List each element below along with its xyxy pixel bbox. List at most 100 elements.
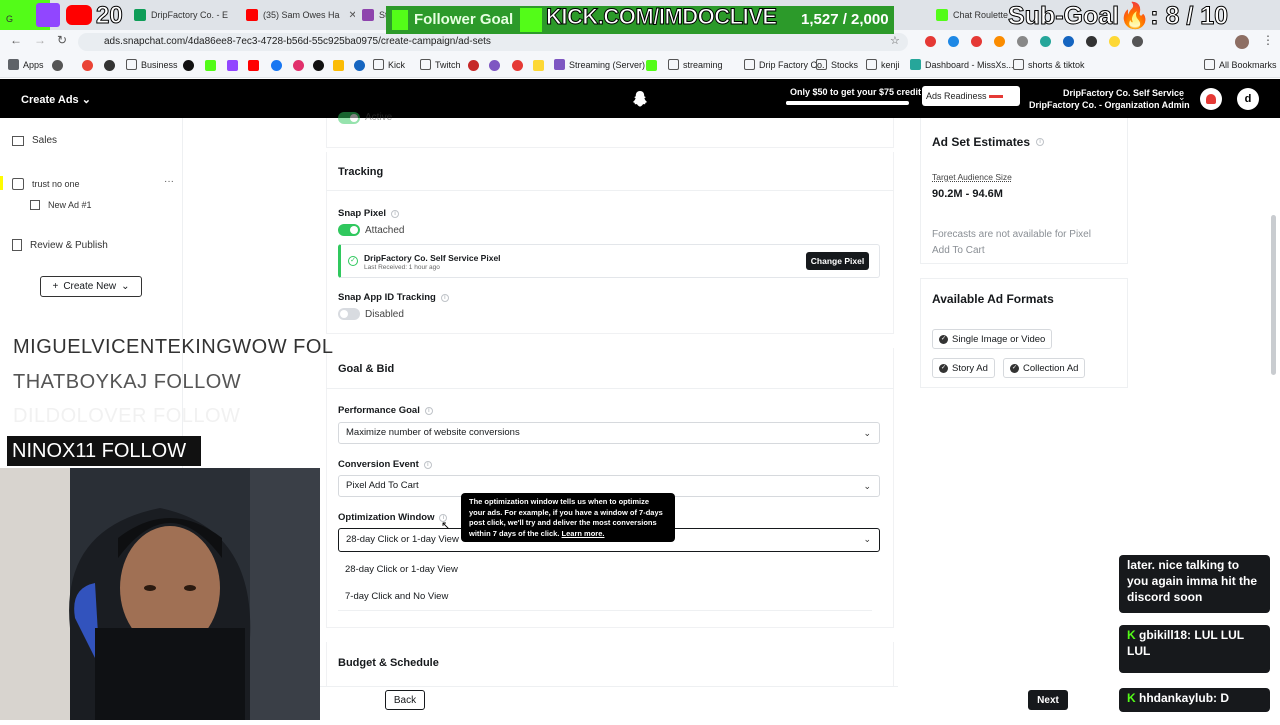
app-id-toggle[interactable] <box>338 308 360 320</box>
extension-icon[interactable] <box>971 36 982 47</box>
app-icon <box>910 59 921 70</box>
chevron-down-icon[interactable]: ⌄ <box>1178 92 1186 103</box>
sidebar-item-review[interactable]: Review & Publish <box>12 239 108 251</box>
learn-more-link[interactable]: Learn more. <box>562 529 605 538</box>
star-icon[interactable]: ☆ <box>890 34 900 47</box>
info-icon[interactable]: i <box>1036 138 1045 146</box>
page-scrollbar[interactable] <box>1271 215 1276 375</box>
format-chip: ✓ Collection Ad <box>1003 358 1086 378</box>
extension-icon[interactable] <box>1086 36 1097 47</box>
twitch-icon[interactable] <box>227 60 238 71</box>
bookmark-streaming-server[interactable]: Streaming (Server) <box>554 59 645 70</box>
sidebar-item-adset[interactable]: trust no one <box>12 178 80 190</box>
performance-goal-label: Performance Goal i <box>338 405 433 416</box>
tab-1[interactable]: G <box>0 8 16 30</box>
bookmark-stocks[interactable]: Stocks <box>816 59 858 70</box>
menu-dots-icon[interactable]: ⋮ <box>1262 33 1274 47</box>
folder-icon <box>420 59 431 70</box>
bookmark-label: Stocks <box>831 59 859 70</box>
puzzle-icon[interactable] <box>1132 36 1143 47</box>
create-new-button[interactable]: + Create New ⌄ <box>40 276 142 297</box>
info-icon[interactable]: i <box>440 293 449 302</box>
ads-readiness-button[interactable]: Ads Readiness <box>922 86 1020 106</box>
app-icon[interactable] <box>468 60 479 71</box>
bookmark-kenji[interactable]: kenji <box>866 59 900 70</box>
reload-icon[interactable]: ↻ <box>57 33 67 47</box>
extension-icon[interactable] <box>1017 36 1028 47</box>
instagram-icon[interactable] <box>293 60 304 71</box>
bookmark-shorts[interactable]: shorts & tiktok <box>1013 59 1085 70</box>
bookmark-label: shorts & tiktok <box>1028 59 1085 70</box>
tab-label: DripFactory Co. - E <box>151 10 228 20</box>
extension-icon[interactable] <box>1040 36 1051 47</box>
google-icon[interactable] <box>82 60 93 71</box>
tab-chat-roulette[interactable]: Chat Roulette St <box>930 4 1010 26</box>
credit-promo[interactable]: Only $50 to get your $75 credit <box>790 87 921 97</box>
bookmark-streaming[interactable]: streaming <box>668 59 723 70</box>
app-icon[interactable] <box>646 60 657 71</box>
tab-youtube[interactable]: (35) Sam Owes Ha ✕ <box>240 4 355 26</box>
create-ads-menu[interactable]: Create Ads ⌄ <box>21 93 91 106</box>
bookmark-business[interactable]: Business <box>126 59 178 70</box>
sidebar-item-ad[interactable]: New Ad #1 <box>30 200 92 210</box>
back-button[interactable]: Back <box>385 690 425 710</box>
info-icon[interactable]: i <box>424 406 433 415</box>
extension-icon[interactable] <box>994 36 1005 47</box>
youtube-icon <box>246 9 258 21</box>
url-input[interactable]: ads.snapchat.com/4da86ee8-7ec3-4728-b56d… <box>78 33 908 51</box>
kick-icon[interactable] <box>205 60 216 71</box>
active-indicator <box>0 176 3 190</box>
chevron-down-icon: ⌄ <box>863 534 871 544</box>
youtube-icon[interactable] <box>248 60 259 71</box>
x-icon[interactable] <box>183 60 194 71</box>
forward-arrow-icon[interactable]: → <box>34 33 46 47</box>
sidebar-item-sales[interactable]: Sales <box>12 135 57 146</box>
create-ads-label: Create Ads <box>21 94 79 106</box>
next-button[interactable]: Next <box>1028 690 1068 710</box>
webcam-feed <box>0 468 320 720</box>
app-icon[interactable] <box>333 60 344 71</box>
active-toggle[interactable] <box>338 112 360 124</box>
optimization-window-tooltip: The optimization window tells us when to… <box>461 493 675 542</box>
snap-pixel-toggle[interactable] <box>338 224 360 236</box>
extension-icon[interactable] <box>925 36 936 47</box>
dropdown-option[interactable]: 28-day Click or 1-day View <box>345 564 458 575</box>
extension-icon[interactable] <box>1109 36 1120 47</box>
check-icon: ✓ <box>1010 363 1019 373</box>
app-icon[interactable] <box>512 60 523 71</box>
extension-icon[interactable] <box>1063 36 1074 47</box>
facebook-icon[interactable] <box>271 60 282 71</box>
profile-avatar[interactable] <box>1235 35 1249 49</box>
dropdown-option[interactable]: 7-day Click and No View <box>345 591 448 602</box>
github-icon[interactable] <box>104 60 115 71</box>
tab-dripfactory[interactable]: DripFactory Co. - E✕ <box>128 4 228 26</box>
snapchat-ghost-icon[interactable] <box>632 90 648 108</box>
bookmark-apps[interactable]: Apps <box>8 59 44 70</box>
user-avatar[interactable]: d <box>1237 88 1259 110</box>
bookmark-drip-factory[interactable]: Drip Factory Co. <box>744 59 825 70</box>
notification-bell-icon[interactable] <box>1200 88 1222 110</box>
change-pixel-button[interactable]: Change Pixel <box>806 252 869 270</box>
bookmark-dashboard[interactable]: Dashboard - MissXs... <box>910 59 1014 70</box>
back-arrow-icon[interactable]: ← <box>10 33 22 47</box>
close-icon[interactable]: ✕ <box>349 10 355 21</box>
bookmark-all[interactable]: All Bookmarks <box>1204 59 1277 70</box>
bookmark-kick[interactable]: Kick <box>373 59 405 70</box>
app-icon[interactable] <box>354 60 365 71</box>
youtube-icon <box>66 5 92 25</box>
chevron-down-icon: ⌄ <box>121 281 130 292</box>
more-options-icon[interactable]: ··· <box>164 176 174 187</box>
performance-goal-select[interactable]: Maximize number of website conversions ⌄ <box>338 422 880 444</box>
app-icon[interactable] <box>489 60 500 71</box>
grid-icon[interactable] <box>52 60 63 71</box>
app-icon[interactable] <box>533 60 544 71</box>
info-icon[interactable]: i <box>423 460 432 469</box>
extension-icon[interactable] <box>948 36 959 47</box>
info-icon[interactable]: i <box>391 209 400 218</box>
bookmark-twitch[interactable]: Twitch <box>420 59 461 70</box>
account-name[interactable]: DripFactory Co. Self Service <box>1063 88 1184 98</box>
organization-name[interactable]: DripFactory Co. - Organization Admin <box>1029 100 1190 110</box>
chip-label: Story Ad <box>952 362 988 374</box>
tab-streamlabs[interactable]: St <box>356 4 386 26</box>
tiktok-icon[interactable] <box>313 60 324 71</box>
